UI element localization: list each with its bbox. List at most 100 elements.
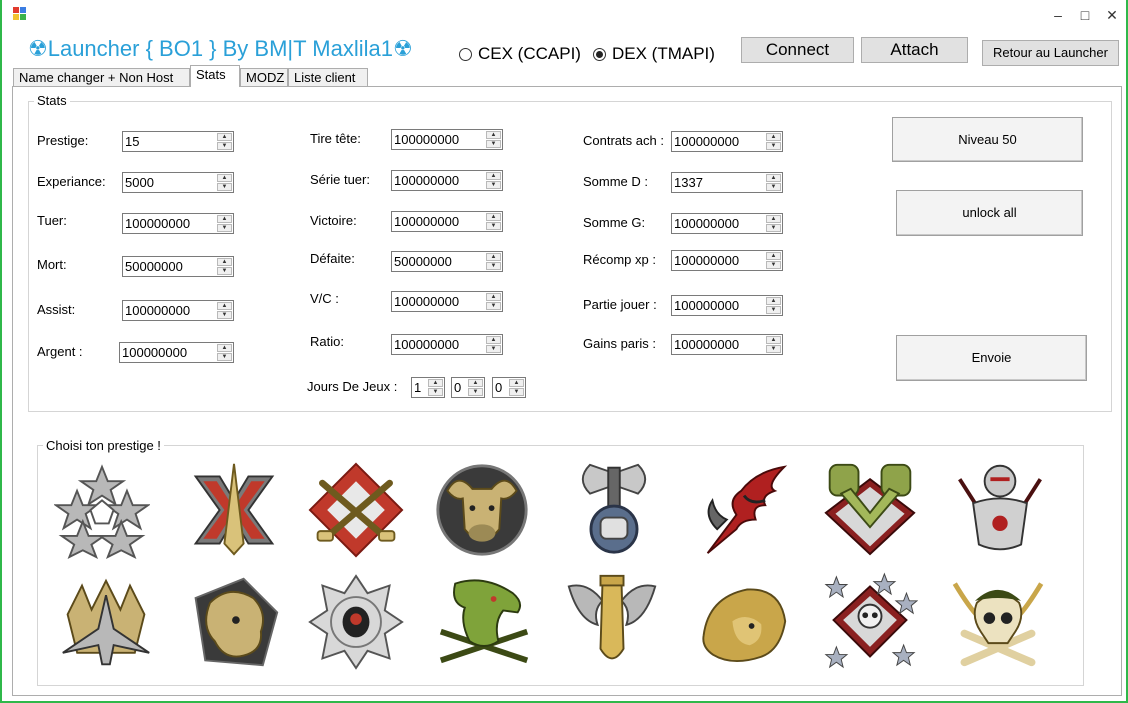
- prestige-emblem-6[interactable]: [698, 460, 794, 560]
- spin-down-icon[interactable]: ▼: [486, 140, 501, 148]
- spin-down-icon[interactable]: ▼: [509, 388, 524, 396]
- prestige-emblem-3[interactable]: [308, 460, 404, 560]
- ratio-input[interactable]: 100000000 ▲ ▼: [391, 334, 503, 355]
- prestige-emblem-11[interactable]: [308, 572, 404, 672]
- prestige-emblem-2[interactable]: [186, 460, 282, 560]
- connect-button[interactable]: Connect: [741, 37, 854, 63]
- prestige-emblem-5[interactable]: [566, 458, 662, 558]
- spin-up-icon[interactable]: ▲: [766, 174, 781, 182]
- spin-up-icon[interactable]: ▲: [486, 336, 501, 344]
- prestige-emblem-10[interactable]: [186, 572, 282, 672]
- mort-value: 50000000: [125, 259, 183, 274]
- spin-down-icon[interactable]: ▼: [486, 181, 501, 189]
- spin-up-icon[interactable]: ▲: [217, 258, 232, 266]
- spin-up-icon[interactable]: ▲: [766, 252, 781, 260]
- niveau-50-button[interactable]: Niveau 50: [892, 117, 1083, 162]
- unlock-all-button[interactable]: unlock all: [896, 190, 1083, 236]
- spin-up-icon[interactable]: ▲: [509, 379, 524, 387]
- spin-up-icon[interactable]: ▲: [766, 297, 781, 305]
- spin-up-icon[interactable]: ▲: [217, 215, 232, 223]
- tab-liste-client[interactable]: Liste client: [288, 68, 368, 87]
- spin-up-icon[interactable]: ▲: [217, 344, 232, 352]
- spin-up-icon[interactable]: ▲: [486, 172, 501, 180]
- maximize-button[interactable]: □: [1072, 4, 1098, 26]
- victoire-input[interactable]: 100000000 ▲ ▼: [391, 211, 503, 232]
- spin-down-icon[interactable]: ▼: [766, 224, 781, 232]
- defaite-input[interactable]: 50000000 ▲ ▼: [391, 251, 503, 272]
- spin-down-icon[interactable]: ▼: [766, 183, 781, 191]
- assist-input[interactable]: 100000000 ▲ ▼: [122, 300, 234, 321]
- jours-hours-value: 0: [454, 380, 462, 395]
- prestige-emblem-7[interactable]: [822, 458, 918, 558]
- tuer-input[interactable]: 100000000 ▲ ▼: [122, 213, 234, 234]
- prestige-emblem-12[interactable]: [436, 572, 532, 672]
- spin-down-icon[interactable]: ▼: [486, 222, 501, 230]
- retour-launcher-button[interactable]: Retour au Launcher: [982, 40, 1119, 66]
- prestige-emblem-13[interactable]: [564, 570, 660, 670]
- prestige-emblem-9[interactable]: [58, 574, 154, 674]
- envoie-button[interactable]: Envoie: [896, 335, 1087, 381]
- recomp-xp-input[interactable]: 100000000 ▲ ▼: [671, 250, 783, 271]
- tab-name-changer[interactable]: Name changer + Non Host: [13, 68, 190, 87]
- jours-hours-input[interactable]: 0 ▲ ▼: [451, 377, 485, 398]
- minimize-button[interactable]: –: [1045, 4, 1071, 26]
- experiance-input[interactable]: 5000 ▲ ▼: [122, 172, 234, 193]
- spin-down-icon[interactable]: ▼: [428, 388, 443, 396]
- spin-up-icon[interactable]: ▲: [428, 379, 443, 387]
- spin-up-icon[interactable]: ▲: [486, 213, 501, 221]
- mort-input[interactable]: 50000000 ▲ ▼: [122, 256, 234, 277]
- spin-down-icon[interactable]: ▼: [766, 142, 781, 150]
- vc-value: 100000000: [394, 294, 460, 309]
- spin-up-icon[interactable]: ▲: [486, 253, 501, 261]
- argent-input[interactable]: 100000000 ▲ ▼: [119, 342, 234, 363]
- jours-minutes-input[interactable]: 0 ▲ ▼: [492, 377, 526, 398]
- attach-button[interactable]: Attach: [861, 37, 968, 63]
- prestige-group-title: Choisi ton prestige !: [43, 438, 164, 453]
- partie-jouer-input[interactable]: 100000000 ▲ ▼: [671, 295, 783, 316]
- somme-d-input[interactable]: 1337 ▲ ▼: [671, 172, 783, 193]
- cex-radio[interactable]: CEX (CCAPI): [459, 44, 581, 64]
- prestige-emblem-14[interactable]: [694, 576, 790, 676]
- spin-up-icon[interactable]: ▲: [766, 133, 781, 141]
- spin-down-icon[interactable]: ▼: [766, 345, 781, 353]
- spin-up-icon[interactable]: ▲: [486, 131, 501, 139]
- spin-down-icon[interactable]: ▼: [217, 142, 232, 150]
- spin-down-icon[interactable]: ▼: [766, 306, 781, 314]
- prestige-emblem-15[interactable]: [822, 570, 919, 670]
- app-title: ☢Launcher { BO1 } By BM|T Maxlila1☢: [28, 36, 413, 61]
- tire-tete-input[interactable]: 100000000 ▲ ▼: [391, 129, 503, 150]
- spin-up-icon[interactable]: ▲: [468, 379, 483, 387]
- spin-up-icon[interactable]: ▲: [766, 215, 781, 223]
- tab-stats[interactable]: Stats: [190, 65, 240, 87]
- spin-up-icon[interactable]: ▲: [766, 336, 781, 344]
- spin-up-icon[interactable]: ▲: [217, 133, 232, 141]
- spin-down-icon[interactable]: ▼: [766, 261, 781, 269]
- jours-days-input[interactable]: 1 ▲ ▼: [411, 377, 445, 398]
- spin-down-icon[interactable]: ▼: [217, 353, 232, 361]
- vc-input[interactable]: 100000000 ▲ ▼: [391, 291, 503, 312]
- contrats-ach-input[interactable]: 100000000 ▲ ▼: [671, 131, 783, 152]
- prestige-emblem-4[interactable]: [434, 460, 530, 560]
- spin-down-icon[interactable]: ▼: [468, 388, 483, 396]
- somme-g-input[interactable]: 100000000 ▲ ▼: [671, 213, 783, 234]
- prestige-emblem-16[interactable]: [950, 572, 1046, 672]
- spin-up-icon[interactable]: ▲: [217, 302, 232, 310]
- spin-up-icon[interactable]: ▲: [486, 293, 501, 301]
- spin-down-icon[interactable]: ▼: [486, 302, 501, 310]
- prestige-emblem-8[interactable]: [952, 458, 1048, 558]
- tab-modz[interactable]: MODZ: [240, 68, 288, 87]
- spin-down-icon[interactable]: ▼: [217, 267, 232, 275]
- prestige-input[interactable]: 15 ▲ ▼: [122, 131, 234, 152]
- prestige-emblem-1[interactable]: [52, 460, 152, 560]
- gains-paris-input[interactable]: 100000000 ▲ ▼: [671, 334, 783, 355]
- close-button[interactable]: ✕: [1099, 4, 1125, 26]
- spin-down-icon[interactable]: ▼: [486, 345, 501, 353]
- spin-up-icon[interactable]: ▲: [217, 174, 232, 182]
- dex-radio[interactable]: DEX (TMAPI): [593, 44, 715, 64]
- spin-down-icon[interactable]: ▼: [217, 311, 232, 319]
- experiance-label: Experiance:: [37, 174, 106, 189]
- serie-tuer-input[interactable]: 100000000 ▲ ▼: [391, 170, 503, 191]
- spin-down-icon[interactable]: ▼: [217, 183, 232, 191]
- spin-down-icon[interactable]: ▼: [217, 224, 232, 232]
- spin-down-icon[interactable]: ▼: [486, 262, 501, 270]
